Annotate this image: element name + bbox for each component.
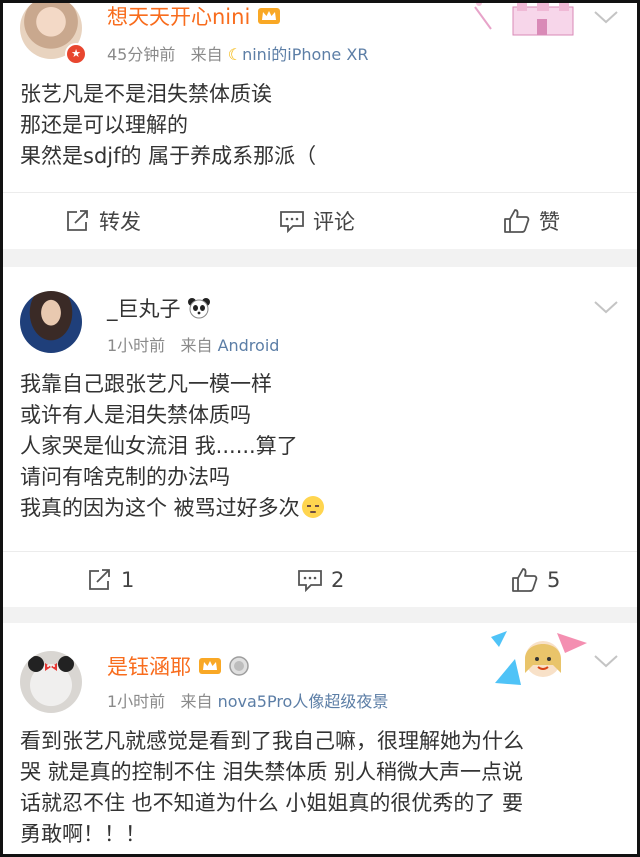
post-card: ★ 想天天开心nini 45分钟前 来自 ☾nini的iPhone XR 张艺凡…: [3, 3, 637, 249]
from-label: 来自: [190, 45, 223, 64]
post-text-line: 话就忍不住 也不知道为什么 小姐姐真的很优秀的了 要: [20, 791, 524, 815]
decor-castle-icon: [473, 3, 583, 39]
like-button[interactable]: 赞: [503, 193, 560, 249]
post-card: _巨丸子 1小时前 来自 Android 我靠自己跟张艺凡一模一样 或许有人是泪…: [3, 267, 637, 607]
from-label: 来自: [180, 692, 213, 711]
like-count: 5: [547, 568, 561, 592]
post-text-line: 勇敢啊！！！: [20, 822, 146, 846]
avatar[interactable]: [20, 651, 82, 713]
chevron-down-icon[interactable]: [593, 9, 619, 25]
username-text[interactable]: 想天天开心nini: [107, 5, 250, 29]
avatar[interactable]: [20, 291, 82, 353]
action-bar: 1 2 5: [3, 552, 637, 608]
comment-label: 评论: [313, 210, 355, 234]
thumbs-up-icon: [512, 568, 538, 592]
repost-button[interactable]: 转发: [65, 193, 141, 249]
post-text-line-with-emoji: 我真的因为这个 被骂过好多次: [20, 493, 620, 524]
post-text-line: 人家哭是仙女流泪 我......算了: [20, 434, 298, 458]
medal-icon: [228, 655, 250, 682]
chevron-down-icon[interactable]: [593, 653, 619, 669]
username[interactable]: _巨丸子: [107, 293, 211, 324]
username-text[interactable]: _巨丸子: [107, 297, 181, 321]
comment-icon: [280, 211, 304, 233]
decor-sticker-icon: [487, 629, 591, 689]
post-text-line: 请问有啥克制的办法吗: [20, 465, 230, 489]
like-button[interactable]: 5: [511, 552, 560, 608]
post-body: 看到张艺凡就感觉是看到了我自己嘛，很理解她为什么 哭 就是真的控制不住 泪失禁体…: [20, 726, 620, 850]
post-source-link[interactable]: nova5Pro人像超级夜景: [218, 692, 389, 711]
vip-crown-icon: [198, 656, 222, 681]
vip-crown-icon: [257, 6, 281, 31]
post-text-line: 张艺凡是不是泪失禁体质诶: [20, 82, 272, 106]
repost-icon: [89, 569, 110, 590]
chevron-down-icon[interactable]: [593, 299, 619, 315]
comment-button[interactable]: 评论: [279, 193, 355, 249]
post-text: 我真的因为这个 被骂过好多次: [20, 496, 300, 520]
thumbs-up-icon: [504, 209, 530, 233]
from-label: 来自: [180, 336, 213, 355]
repost-button[interactable]: 1: [87, 552, 134, 608]
post-text-line: 哭 就是真的控制不住 泪失禁体质 别人稍微大声一点说: [20, 760, 524, 784]
verified-badge-icon: ★: [65, 43, 87, 65]
weibo-comment-feed: ★ 想天天开心nini 45分钟前 来自 ☾nini的iPhone XR 张艺凡…: [0, 0, 640, 857]
comment-count: 2: [331, 568, 345, 592]
repost-count: 1: [121, 568, 135, 592]
repost-icon: [67, 210, 88, 231]
post-time: 45分钟前: [107, 45, 176, 64]
moon-icon: ☾: [227, 45, 243, 64]
comment-icon: [298, 570, 322, 592]
post-meta: 1小时前 来自 Android: [107, 332, 279, 356]
post-meta: 1小时前 来自 nova5Pro人像超级夜景: [107, 688, 388, 712]
sleepy-face-emoji-icon: [301, 496, 324, 518]
post-text-line: 果然是sdjf的 属于养成系那派（: [20, 144, 317, 168]
username-text[interactable]: 是钰涵耶: [107, 655, 191, 679]
repost-label: 转发: [99, 210, 141, 234]
like-label: 赞: [539, 210, 560, 234]
username[interactable]: 是钰涵耶: [107, 651, 250, 682]
post-body: 张艺凡是不是泪失禁体质诶 那还是可以理解的 果然是sdjf的 属于养成系那派（: [20, 79, 620, 172]
post-text-line: 我靠自己跟张艺凡一模一样: [20, 372, 272, 396]
post-text-line: 或许有人是泪失禁体质吗: [20, 403, 251, 427]
action-bar: 转发 评论 赞: [3, 193, 637, 249]
post-body: 我靠自己跟张艺凡一模一样 或许有人是泪失禁体质吗 人家哭是仙女流泪 我.....…: [20, 369, 620, 524]
post-time: 1小时前: [107, 336, 166, 355]
username[interactable]: 想天天开心nini: [107, 3, 281, 31]
post-card: 是钰涵耶 1小时前 来自 nova5Pro人像超级夜景 看到张艺凡就感觉是看到了…: [3, 623, 637, 854]
post-text-line: 那还是可以理解的: [20, 113, 188, 137]
panda-icon: [187, 297, 211, 324]
comment-button[interactable]: 2: [297, 552, 344, 608]
minnie-ears-icon: [28, 655, 74, 675]
post-time: 1小时前: [107, 692, 166, 711]
post-source-link[interactable]: Android: [218, 336, 280, 355]
post-text-line: 看到张艺凡就感觉是看到了我自己嘛，很理解她为什么: [20, 729, 524, 753]
post-meta: 45分钟前 来自 ☾nini的iPhone XR: [107, 41, 368, 65]
post-source-link[interactable]: nini的iPhone XR: [242, 45, 368, 64]
